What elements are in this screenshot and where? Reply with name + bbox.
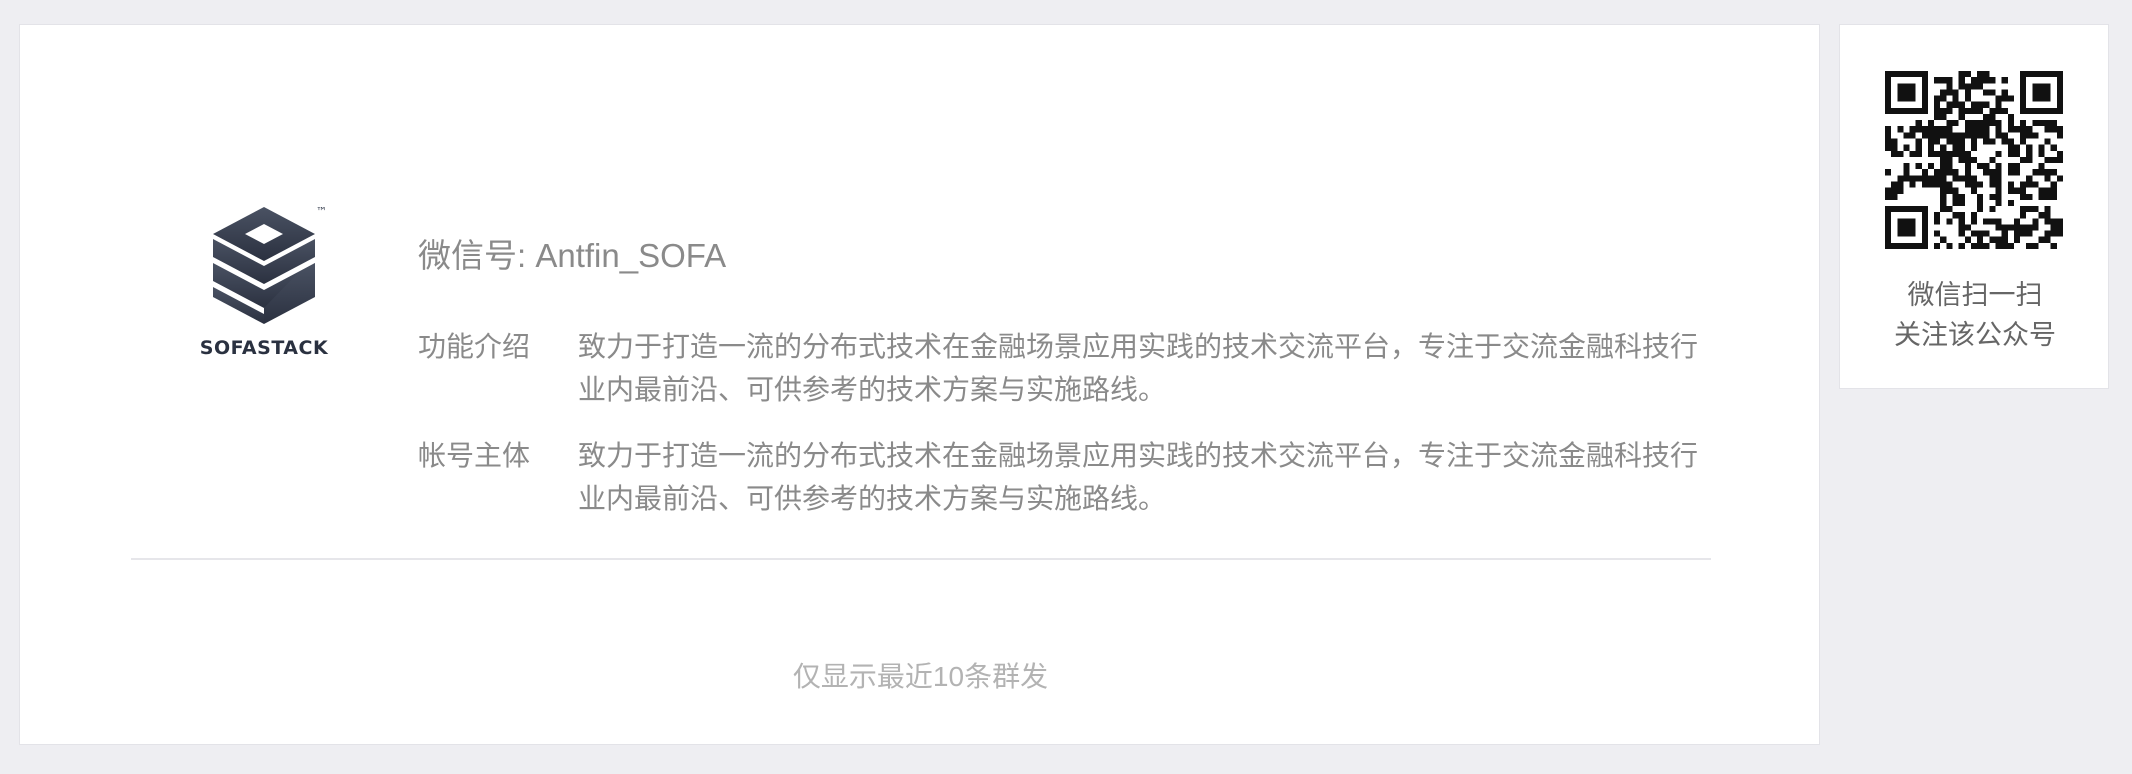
sofastack-logo-icon xyxy=(213,207,315,324)
intro-text: 致力于打造一流的分布式技术在金融场景应用实践的技术交流平台，专注于交流金融科技行… xyxy=(578,331,1699,405)
divider xyxy=(131,558,1711,560)
owner-text: 致力于打造一流的分布式技术在金融场景应用实践的技术交流平台，专注于交流金融科技行… xyxy=(578,440,1699,514)
qr-card: 微信扫一扫 关注该公众号 xyxy=(1839,24,2109,389)
qr-caption-line1: 微信扫一扫 xyxy=(1907,280,2043,310)
recent-posts-note: 仅显示最近10条群发 xyxy=(792,661,1049,692)
logo-wordmark: SOFASTACK xyxy=(199,337,329,359)
qr-caption: 微信扫一扫 关注该公众号 xyxy=(1840,275,2110,355)
account-profile-card: ™ SOFASTACK 微信号: Antfin_SOFA 功能介绍 致力于打造一… xyxy=(19,24,1820,745)
intro-label: 功能介绍 xyxy=(418,331,531,362)
wechat-account-id: 微信号: Antfin_SOFA xyxy=(418,237,727,274)
trademark-mark: ™ xyxy=(316,205,327,218)
qr-code-icon xyxy=(1885,71,2063,249)
qr-caption-line2: 关注该公众号 xyxy=(1894,320,2056,350)
sofastack-logo: ™ SOFASTACK xyxy=(184,179,344,379)
owner-label: 帐号主体 xyxy=(418,440,531,471)
